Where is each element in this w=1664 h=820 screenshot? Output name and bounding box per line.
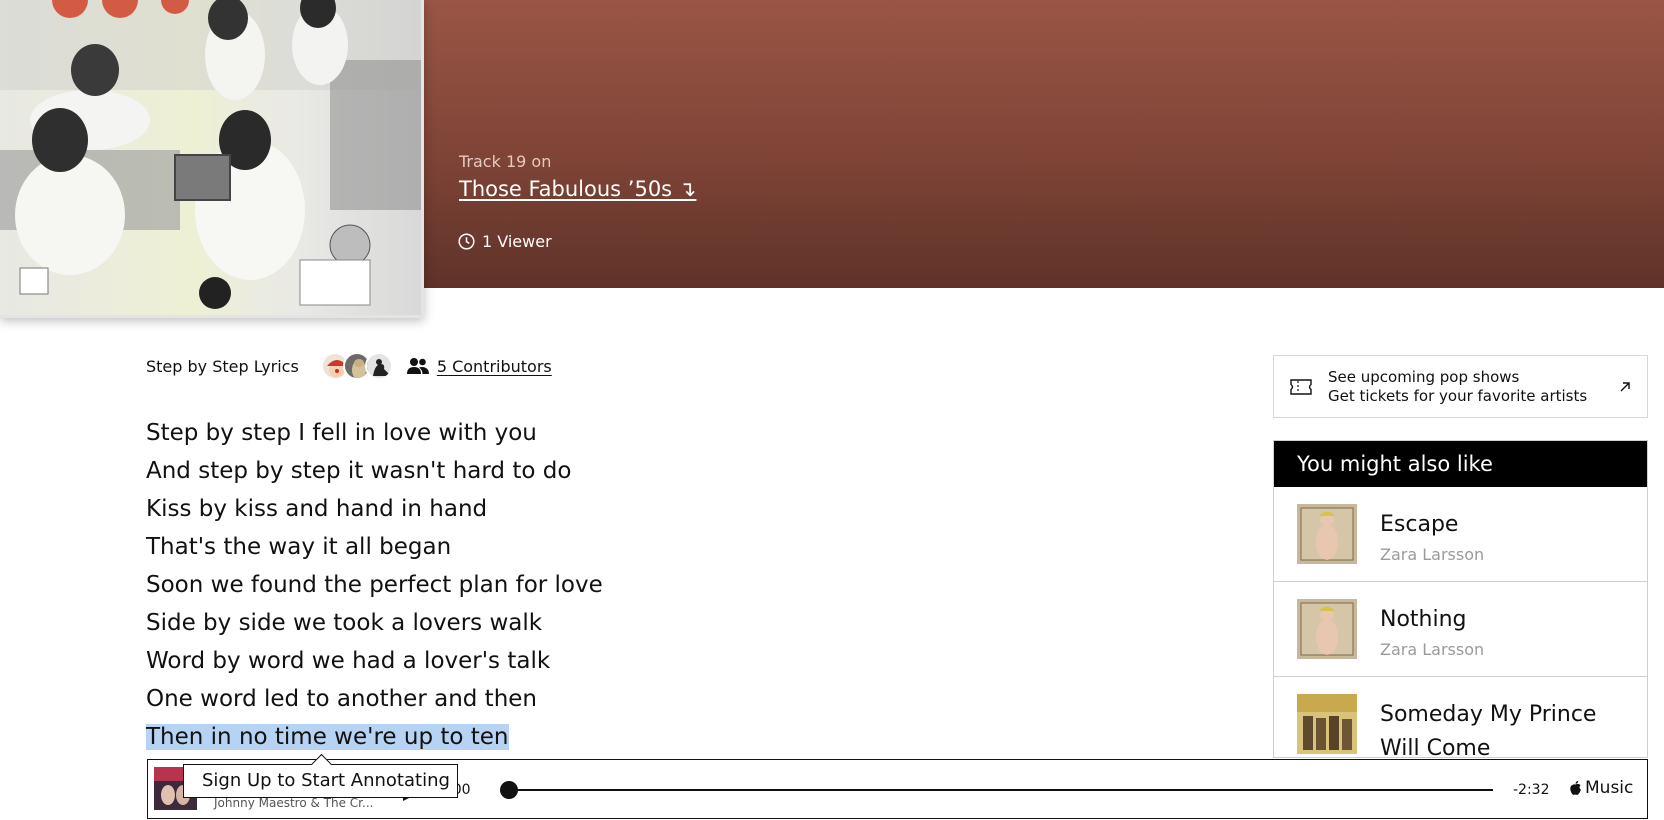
song-header: Track 19 on Those Fabulous ’50s ↴ 1 View… xyxy=(0,0,1664,318)
lyric-line[interactable]: Soon we found the perfect plan for love xyxy=(146,566,603,604)
upcoming-shows-text: See upcoming pop shows Get tickets for y… xyxy=(1328,368,1619,406)
apple-icon xyxy=(1570,780,1581,795)
apple-music-logo[interactable]: Music xyxy=(1568,778,1633,798)
lyric-line-selected[interactable]: Then in no time we're up to ten xyxy=(146,718,603,756)
also-like-panel: You might also like Escape Zara Larsson xyxy=(1273,440,1648,758)
album-cover-art xyxy=(0,0,421,315)
avatar[interactable] xyxy=(364,352,393,380)
lyric-line[interactable]: Side by side we took a lovers walk xyxy=(146,604,603,642)
lyric-line[interactable]: Kiss by kiss and hand in hand xyxy=(146,490,603,528)
lyric-line[interactable]: That's the way it all began xyxy=(146,528,603,566)
contributors-text[interactable]: 5 Contributors xyxy=(437,357,552,376)
ticket-icon xyxy=(1290,378,1312,395)
recommended-song[interactable]: Nothing Zara Larsson xyxy=(1274,582,1647,677)
remaining-time: -2:32 xyxy=(1513,782,1550,798)
apple-music-text: Music xyxy=(1585,778,1634,798)
lyric-line[interactable]: And step by step it wasn't hard to do xyxy=(146,452,603,490)
recommended-song[interactable]: Someday My Prince Will Come xyxy=(1274,677,1647,757)
song-art-image xyxy=(1297,694,1357,754)
song-art-image xyxy=(1297,504,1357,564)
album-link[interactable]: Those Fabulous ’50s ↴ xyxy=(459,177,696,201)
song-title[interactable]: Nothing xyxy=(1380,603,1630,637)
song-artist[interactable]: Zara Larsson xyxy=(1380,545,1484,564)
lyrics-meta-row: Step by Step Lyrics 5 Contributors xyxy=(146,352,552,380)
song-artist[interactable]: Zara Larsson xyxy=(1380,640,1484,659)
contributors-link[interactable]: 5 Contributors xyxy=(406,357,552,376)
people-icon xyxy=(406,358,429,374)
track-number-label: Track 19 on xyxy=(459,152,552,171)
album-cover[interactable] xyxy=(0,0,424,318)
progress-track[interactable] xyxy=(503,789,1493,791)
song-thumbnail xyxy=(1297,504,1357,564)
contributor-avatars[interactable] xyxy=(320,352,393,380)
viewer-count: 1 Viewer xyxy=(458,232,552,251)
song-art-image xyxy=(1297,599,1357,659)
external-arrow-icon xyxy=(1620,381,1630,391)
song-thumbnail xyxy=(1297,694,1357,754)
song-title[interactable]: Someday My Prince Will Come xyxy=(1380,698,1630,757)
lyric-line[interactable]: Word by word we had a lover's talk xyxy=(146,642,603,680)
lyrics-body: Step by step I fell in love with you And… xyxy=(146,414,603,756)
lyrics-title: Step by Step Lyrics xyxy=(146,356,299,376)
song-title[interactable]: Escape xyxy=(1380,508,1630,542)
upcoming-shows-title: See upcoming pop shows xyxy=(1328,367,1520,386)
avatar-seal-icon xyxy=(366,354,391,378)
also-like-heading: You might also like xyxy=(1274,441,1647,487)
lyric-line[interactable]: Step by step I fell in love with you xyxy=(146,414,603,452)
progress-handle[interactable] xyxy=(500,781,518,799)
recommended-song[interactable]: Escape Zara Larsson xyxy=(1274,487,1647,582)
song-thumbnail xyxy=(1297,599,1357,659)
upcoming-shows-subtitle: Get tickets for your favorite artists xyxy=(1328,386,1588,405)
player-artist[interactable]: Johnny Maestro & The Cr... xyxy=(214,796,373,810)
upcoming-shows-card[interactable]: See upcoming pop shows Get tickets for y… xyxy=(1273,355,1648,418)
clock-icon xyxy=(458,233,475,250)
viewer-count-text: 1 Viewer xyxy=(482,232,552,251)
lyric-line[interactable]: One word led to another and then xyxy=(146,680,603,718)
sign-up-annotating-tooltip[interactable]: Sign Up to Start Annotating xyxy=(183,764,458,798)
